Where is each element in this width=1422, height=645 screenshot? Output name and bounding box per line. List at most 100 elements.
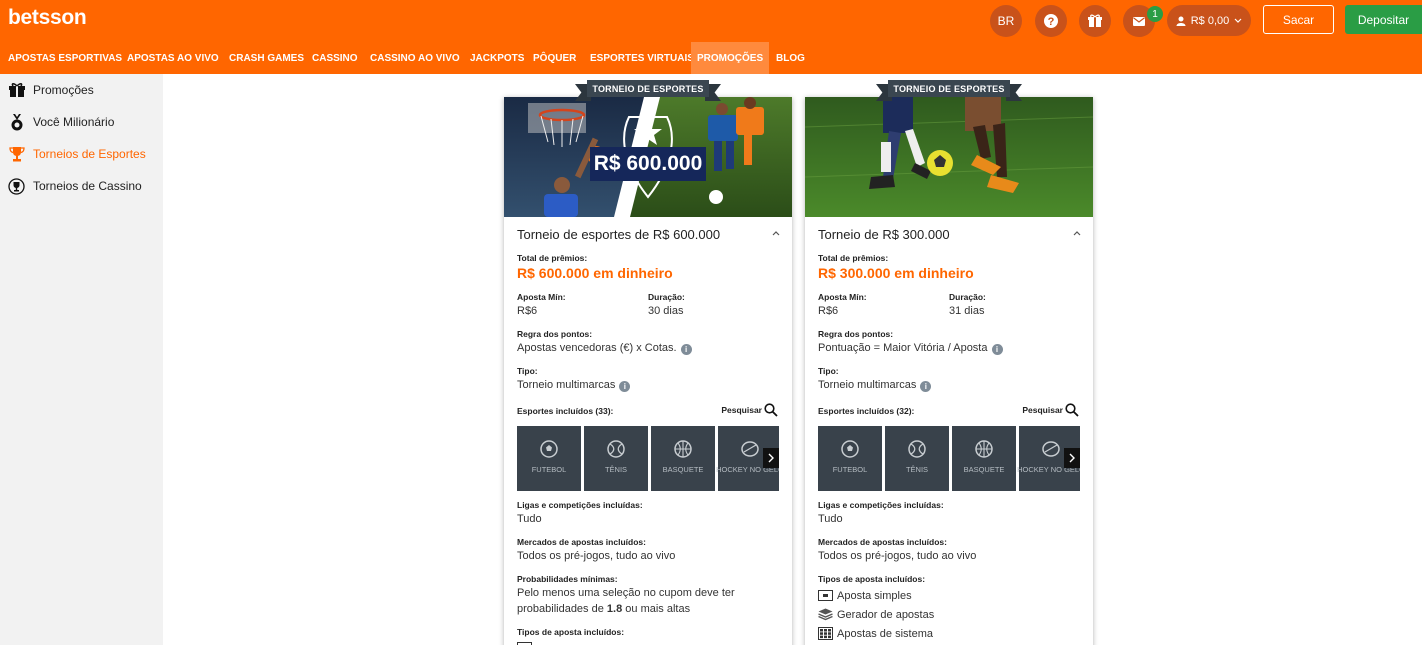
system-bet-icon — [818, 627, 833, 640]
info-icon[interactable]: i — [991, 344, 1003, 355]
help-button[interactable]: ? — [1035, 5, 1067, 37]
collapse-button[interactable] — [772, 228, 780, 238]
nav-jackpots[interactable]: JACKPOTS — [470, 42, 524, 74]
markets-label: Mercados de apostas incluídos: — [517, 537, 646, 547]
sidebar-item-promocoes[interactable]: Promoções — [8, 80, 94, 100]
carousel-next-button[interactable] — [1064, 448, 1080, 468]
sidebar-item-torneios-de-cassino[interactable]: Torneios de Cassino — [8, 176, 142, 196]
min-odds-line2: probabilidades de 1.8 ou mais altas — [517, 603, 690, 615]
min-bet-value: R$6 — [517, 305, 538, 317]
sport-label: BASQUETE — [963, 465, 1005, 474]
total-prizes-value: R$ 300.000 em dinheiro — [818, 265, 974, 281]
medal-icon — [8, 113, 25, 131]
search-label: Pesquisar — [1022, 405, 1063, 415]
sport-tile-tenis[interactable]: TÊNIS — [584, 426, 648, 491]
sports-carousel: FUTEBOL TÊNIS BASQUETE HOCKEY NO GELO — [517, 426, 779, 491]
tournament-hero-image[interactable] — [805, 97, 1093, 217]
language-button[interactable]: BR — [990, 5, 1022, 37]
bet-type-item: Apostas de sistema — [818, 627, 933, 640]
sidebar-item-label: Torneios de Cassino — [33, 179, 142, 193]
withdraw-button[interactable]: Sacar — [1263, 5, 1334, 34]
deposit-button[interactable]: Depositar — [1345, 5, 1422, 34]
gift-icon — [8, 82, 25, 99]
nav-esportes-virtuais[interactable]: ESPORTES VIRTUAIS — [590, 42, 694, 74]
markets-label: Mercados de apostas incluídos: — [818, 537, 947, 547]
balance-amount: R$ 0,00 — [1190, 14, 1230, 27]
user-icon — [1176, 16, 1186, 26]
search-icon — [764, 403, 778, 417]
tennis-ball-icon — [908, 440, 926, 458]
leagues-label: Ligas e competições incluídas: — [818, 500, 944, 510]
nav-promocoes[interactable]: PROMOÇÕES — [691, 42, 770, 74]
sidebar-item-label: Promoções — [33, 83, 94, 97]
chevron-up-icon — [772, 231, 780, 236]
search-sports-button[interactable]: Pesquisar — [1022, 403, 1079, 417]
min-odds-value: 1.8 — [606, 603, 623, 615]
type-value: Torneio multimarcas — [517, 379, 616, 391]
min-odds-label: Probabilidades mínimas: — [517, 574, 618, 584]
min-odds-text: ou mais altas — [625, 603, 691, 615]
type-value: Torneio multimarcas — [818, 379, 917, 391]
gift-button[interactable] — [1079, 5, 1111, 37]
duration-value: 31 dias — [949, 305, 985, 317]
hockey-puck-icon — [1042, 441, 1060, 457]
collapse-button[interactable] — [1073, 228, 1081, 238]
points-rule-value: Apostas vencedoras (€) x Cotas. — [517, 342, 677, 354]
bet-type-label: Aposta simples — [837, 589, 912, 602]
duration-label: Duração: — [949, 292, 986, 302]
duration-value: 30 dias — [648, 305, 684, 317]
type-row: Torneio multimarcas i — [818, 379, 932, 392]
leagues-label: Ligas e competições incluídas: — [517, 500, 643, 510]
search-sports-button[interactable]: Pesquisar — [721, 403, 778, 417]
sidebar-item-voce-milionario[interactable]: Você Milionário — [8, 112, 114, 132]
nav-apostas-esportivas[interactable]: APOSTAS ESPORTIVAS — [8, 42, 122, 74]
nav-cassino-ao-vivo[interactable]: CASSINO AO VIVO — [370, 42, 460, 74]
sports-included-label: Esportes incluídos (33): — [517, 406, 614, 416]
sport-tile-basquete[interactable]: BASQUETE — [952, 426, 1016, 491]
sport-label: BASQUETE — [662, 465, 704, 474]
nav-apostas-ao-vivo[interactable]: APOSTAS AO VIVO — [127, 42, 219, 74]
nav-poquer[interactable]: PÔQUER — [533, 42, 576, 74]
sidebar-item-torneios-de-esportes[interactable]: Torneios de Esportes — [8, 144, 146, 164]
soccer-ball-icon — [540, 440, 558, 458]
hockey-puck-icon — [741, 441, 759, 457]
points-rule-row: Pontuação = Maior Vitória / Aposta i — [818, 342, 1003, 355]
sport-tile-futebol[interactable]: FUTEBOL — [818, 426, 882, 491]
top-header: betsson BR ? 1 R$ 0,00 Sacar Depositar — [0, 0, 1422, 42]
nav-crash-games[interactable]: CRASH GAMES — [229, 42, 304, 74]
info-icon[interactable]: i — [619, 381, 631, 392]
search-icon — [1065, 403, 1079, 417]
info-icon[interactable]: i — [680, 344, 692, 355]
sport-tile-tenis[interactable]: TÊNIS — [885, 426, 949, 491]
search-label: Pesquisar — [721, 405, 762, 415]
points-rule-row: Apostas vencedoras (€) x Cotas. i — [517, 342, 692, 355]
ribbon-label: TORNEIO DE ESPORTES — [587, 80, 709, 97]
betsson-logo[interactable]: betsson — [8, 6, 87, 30]
hero-prize-amount: R$ 600.000 — [593, 152, 703, 175]
soccer-ball-icon — [841, 440, 859, 458]
sport-label: TÊNIS — [905, 465, 929, 474]
svg-text:?: ? — [1048, 16, 1055, 28]
nav-blog[interactable]: BLOG — [776, 42, 805, 74]
bet-type-label: Apostas de sistema — [837, 627, 933, 640]
tournament-ribbon: TORNEIO DE ESPORTES — [876, 80, 1022, 102]
sidebar-item-label: Torneios de Esportes — [33, 147, 146, 161]
carousel-next-button[interactable] — [763, 448, 779, 468]
tournament-hero-image[interactable]: R$ 600.000 — [504, 97, 792, 217]
notification-badge: 1 — [1147, 6, 1163, 22]
points-rule-label: Regra dos pontos: — [517, 329, 593, 339]
tennis-ball-icon — [607, 440, 625, 458]
min-bet-value: R$6 — [818, 305, 839, 317]
sport-tile-futebol[interactable]: FUTEBOL — [517, 426, 581, 491]
chevron-up-icon — [1073, 231, 1081, 236]
leagues-value: Tudo — [818, 513, 843, 525]
sport-tile-basquete[interactable]: BASQUETE — [651, 426, 715, 491]
tournament-card-300k: Torneio de R$ 300.000 Total de prêmios: … — [805, 97, 1093, 645]
casino-trophy-icon — [8, 177, 25, 195]
min-bet-label: Aposta Mín: — [517, 292, 566, 302]
nav-cassino[interactable]: CASSINO — [312, 42, 358, 74]
tournament-ribbon: TORNEIO DE ESPORTES — [575, 80, 721, 102]
account-balance-button[interactable]: R$ 0,00 — [1167, 5, 1251, 36]
info-icon[interactable]: i — [920, 381, 932, 392]
single-bet-icon — [818, 590, 833, 601]
